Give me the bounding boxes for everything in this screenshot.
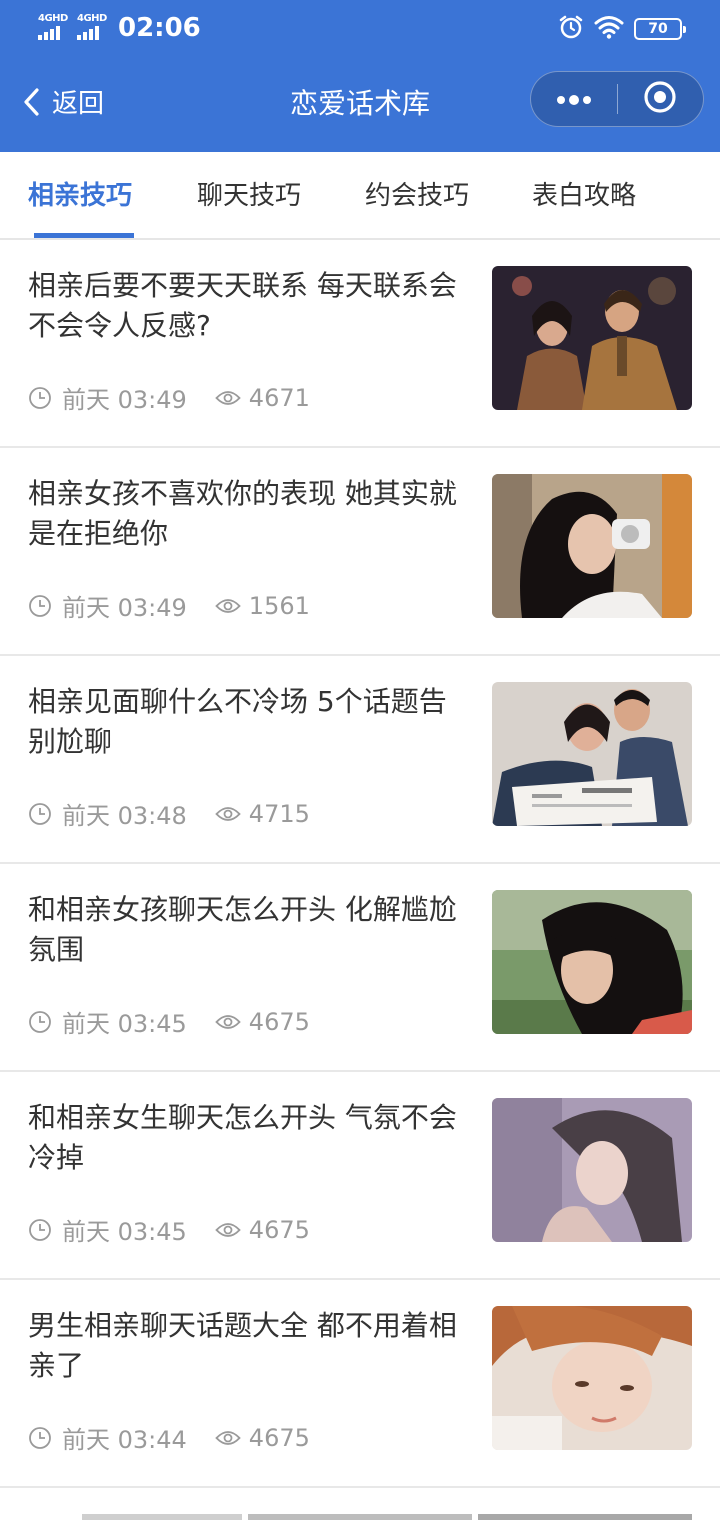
signal-bars-icon <box>77 26 99 40</box>
clock-icon <box>28 386 52 410</box>
mini-program-capsule <box>530 71 704 127</box>
article-meta: 前天 03:49 4671 <box>28 380 310 415</box>
tab-liaotian[interactable]: 聊天技巧 <box>197 178 301 214</box>
article-date: 前天 03:49 <box>62 386 187 414</box>
category-tabs: 相亲技巧 聊天技巧 约会技巧 表白攻略 <box>0 152 720 240</box>
status-time: 02:06 <box>118 13 201 43</box>
article-title: 男生相亲聊天话题大全 都不用着相亲了 <box>28 1309 457 1382</box>
view-count: 1561 <box>248 591 310 620</box>
article-date: 前天 03:49 <box>62 594 187 622</box>
network-type-2: 4GHD <box>77 13 107 24</box>
view-count: 4675 <box>248 1423 310 1452</box>
article-item[interactable]: 相亲后要不要天天联系 每天联系会不会令人反感? 前天 03:49 4671 <box>0 240 720 448</box>
article-thumbnail <box>492 682 692 826</box>
article-title: 相亲后要不要天天联系 每天联系会不会令人反感? <box>28 269 457 342</box>
article-meta: 前天 03:49 1561 <box>28 588 310 623</box>
article-date: 前天 03:44 <box>62 1426 187 1454</box>
next-article-partial <box>0 1488 720 1520</box>
more-dots-icon <box>556 90 592 109</box>
article-date: 前天 03:45 <box>62 1010 187 1038</box>
signal-indicator-1: 4GHD <box>38 14 68 40</box>
clock-icon <box>28 1218 52 1242</box>
article-title: 和相亲女生聊天怎么开头 气氛不会冷掉 <box>28 1101 457 1174</box>
app-header: 4GHD 4GHD 02:06 70 返回 恋爱话术库 <box>0 0 720 152</box>
clock-icon <box>28 1426 52 1450</box>
article-meta: 前天 03:44 4675 <box>28 1420 310 1455</box>
article-thumbnail <box>492 474 692 618</box>
eye-icon <box>215 1429 241 1447</box>
article-item[interactable]: 和相亲女生聊天怎么开头 气氛不会冷掉 前天 03:45 4675 <box>0 1072 720 1280</box>
tab-xiangqin[interactable]: 相亲技巧 <box>28 178 132 214</box>
article-title: 和相亲女孩聊天怎么开头 化解尴尬氛围 <box>28 893 457 966</box>
clock-icon <box>28 594 52 618</box>
back-button[interactable]: 返回 <box>22 86 104 122</box>
alarm-icon <box>558 14 584 44</box>
eye-icon <box>215 389 241 407</box>
wifi-icon <box>594 15 624 43</box>
view-count: 4675 <box>248 1007 310 1036</box>
article-list: 相亲后要不要天天联系 每天联系会不会令人反感? 前天 03:49 4671 相亲… <box>0 240 720 1488</box>
eye-icon <box>215 805 241 823</box>
chevron-left-icon <box>22 87 40 121</box>
article-meta: 前天 03:45 4675 <box>28 1212 310 1247</box>
status-bar: 4GHD 4GHD 02:06 70 <box>0 0 720 56</box>
target-circle-icon <box>643 80 677 118</box>
close-mini-program-button[interactable] <box>618 71 704 127</box>
more-menu-button[interactable] <box>531 71 617 127</box>
view-count: 4715 <box>248 799 310 828</box>
view-count: 4671 <box>248 383 310 412</box>
article-item[interactable]: 相亲女孩不喜欢你的表现 她其实就是在拒绝你 前天 03:49 1561 <box>0 448 720 656</box>
article-meta: 前天 03:48 4715 <box>28 796 310 831</box>
back-label: 返回 <box>52 89 105 119</box>
signal-bars-icon <box>38 26 60 40</box>
article-title: 相亲见面聊什么不冷场 5个话题告别尬聊 <box>28 685 447 758</box>
eye-icon <box>215 1221 241 1239</box>
clock-icon <box>28 1010 52 1034</box>
article-date: 前天 03:45 <box>62 1218 187 1246</box>
tab-biaobai[interactable]: 表白攻略 <box>532 178 636 214</box>
battery-level: 70 <box>648 21 668 37</box>
article-thumbnail <box>492 890 692 1034</box>
eye-icon <box>215 1013 241 1031</box>
article-thumbnail <box>492 1098 692 1242</box>
article-item[interactable]: 男生相亲聊天话题大全 都不用着相亲了 前天 03:44 4675 <box>0 1280 720 1488</box>
article-item[interactable]: 相亲见面聊什么不冷场 5个话题告别尬聊 前天 03:48 4715 <box>0 656 720 864</box>
status-icons: 70 <box>558 14 686 44</box>
article-date: 前天 03:48 <box>62 802 187 830</box>
navigation-bar: 返回 恋爱话术库 <box>0 56 720 152</box>
article-thumbnail <box>492 266 692 410</box>
article-item[interactable]: 和相亲女孩聊天怎么开头 化解尴尬氛围 前天 03:45 4675 <box>0 864 720 1072</box>
active-tab-indicator <box>34 233 134 238</box>
tab-yuehui[interactable]: 约会技巧 <box>365 178 469 214</box>
network-type-1: 4GHD <box>38 13 68 24</box>
signal-indicator-2: 4GHD <box>77 14 107 40</box>
battery-indicator: 70 <box>634 18 686 40</box>
view-count: 4675 <box>248 1215 310 1244</box>
article-meta: 前天 03:45 4675 <box>28 1004 310 1039</box>
clock-icon <box>28 802 52 826</box>
article-title: 相亲女孩不喜欢你的表现 她其实就是在拒绝你 <box>28 477 457 550</box>
eye-icon <box>215 597 241 615</box>
article-thumbnail <box>492 1306 692 1450</box>
